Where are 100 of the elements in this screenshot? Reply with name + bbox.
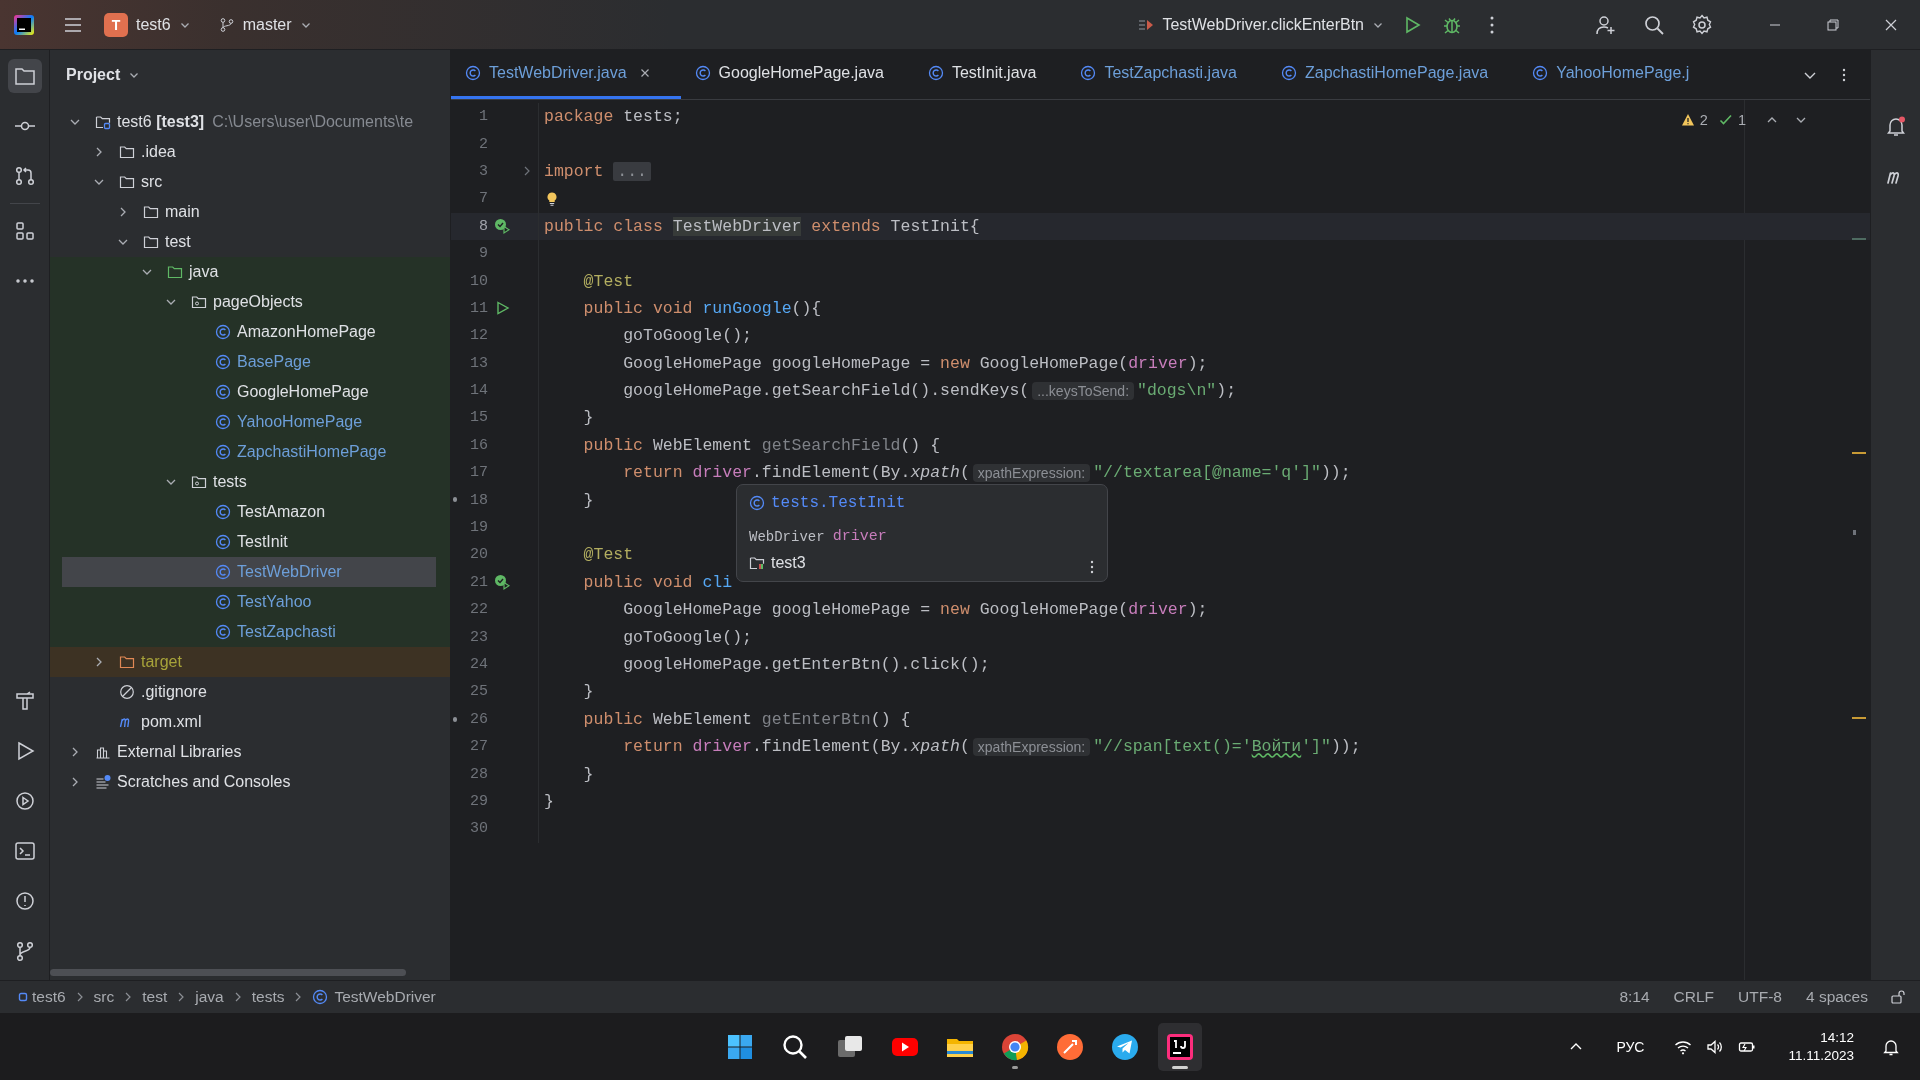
add-user-icon[interactable]	[1595, 13, 1617, 36]
code-text: "dogs\n");	[1137, 381, 1237, 401]
clock[interactable]: 14:12 11.11.2023	[1788, 1028, 1854, 1065]
class-icon	[215, 414, 231, 430]
close-tab-icon[interactable]	[638, 67, 651, 79]
tree-item[interactable]: .idea	[50, 137, 450, 167]
paper-plane-icon	[1110, 1031, 1140, 1062]
package-icon	[191, 474, 207, 490]
tree-item[interactable]: target	[50, 647, 450, 677]
tree-item[interactable]: pom.xml	[50, 707, 450, 737]
notifications-icon[interactable]	[1882, 1037, 1900, 1056]
tree-item[interactable]: Scratches and Consoles	[50, 767, 450, 797]
tree-item[interactable]: TestWebDriver	[50, 557, 450, 587]
editor-tab[interactable]: TestInit.java	[913, 50, 1067, 99]
code-text: import	[544, 161, 605, 181]
folder-icon	[167, 264, 183, 280]
tree-item[interactable]: TestAmazon	[50, 497, 450, 527]
tree-item[interactable]: TestInit	[50, 527, 450, 557]
code-text: public class TestWebDriver extends TestInit{	[544, 216, 980, 236]
tree-item[interactable]: main	[50, 197, 450, 227]
line-number: 13	[469, 354, 488, 372]
app-logo-icon[interactable]	[14, 14, 34, 35]
run-icon[interactable]	[494, 300, 510, 317]
change-marker	[453, 497, 457, 503]
scrollbar-thumb[interactable]	[50, 969, 406, 976]
line-number: 7	[478, 190, 488, 208]
project-path: C:\Users\user\Documents\te	[212, 113, 414, 131]
breadcrumb[interactable]: java	[195, 988, 224, 1006]
caret-position[interactable]: 8:14	[1619, 988, 1650, 1006]
tree-item[interactable]: src	[50, 167, 450, 197]
input-language[interactable]: РУС	[1616, 1038, 1645, 1055]
tree-item[interactable]: External Libraries	[50, 737, 450, 767]
editor-tab[interactable]: TestWebDriver.java	[451, 50, 681, 99]
project-view-selector[interactable]: Project	[66, 66, 141, 84]
breadcrumb[interactable]: src	[93, 988, 115, 1006]
editor-tab[interactable]: ZapchastiHomePage.java	[1266, 50, 1519, 99]
tree-item[interactable]: BasePage	[50, 347, 450, 377]
line-number: 30	[469, 820, 488, 838]
tree-item[interactable]: ZapchastiHomePage	[50, 437, 450, 467]
test-passed-icon[interactable]	[494, 218, 510, 235]
editor-tab[interactable]: TestZapchasti.java	[1066, 50, 1267, 99]
line-number: 17	[469, 464, 488, 482]
class-icon	[215, 504, 231, 520]
class-icon	[465, 65, 481, 81]
line-number: 3	[478, 162, 488, 180]
module-icon	[18, 992, 28, 1002]
branch-switcher[interactable]: master	[210, 7, 320, 42]
line-number: 14	[469, 382, 488, 400]
test-passed-icon[interactable]	[494, 574, 510, 591]
class-icon	[215, 624, 231, 640]
tree-item[interactable]: TestYahoo	[50, 587, 450, 617]
tree-item[interactable]: test	[50, 227, 450, 257]
tree-item[interactable]: .gitignore	[50, 677, 450, 707]
line-number: 26	[469, 710, 488, 728]
code-text: GoogleHomePage googleHomePage = new GoogleHomePage(driver);	[622, 353, 1208, 373]
tree-item[interactable]: AmazonHomePage	[50, 317, 450, 347]
more-icon[interactable]	[1089, 559, 1095, 576]
project-tool-button[interactable]	[7, 59, 42, 93]
line-number: 29	[469, 792, 488, 810]
pull-request-icon	[13, 165, 36, 187]
folder-icon	[13, 65, 36, 87]
breadcrumb[interactable]: test6	[18, 988, 66, 1006]
tree-item[interactable]: java	[50, 257, 450, 287]
ide-taskbar-button[interactable]	[1158, 1022, 1202, 1071]
module-folder-icon	[749, 555, 765, 572]
class-link[interactable]: tests.TestInit	[771, 493, 906, 512]
project-switcher[interactable]: T test6	[96, 7, 199, 42]
package-icon	[191, 294, 207, 310]
breadcrumb[interactable]: test	[142, 988, 168, 1006]
code-text: googleHomePage.getEnterBtn().click();	[622, 655, 990, 674]
search-icon[interactable]	[1643, 13, 1665, 36]
run-configuration[interactable]: TestWebDriver.clickEnterBtn	[1130, 7, 1392, 42]
volume-icon[interactable]	[1706, 1037, 1725, 1056]
line-number: 28	[469, 765, 488, 783]
editor-tab[interactable]: YahooHomePage.j	[1518, 50, 1720, 99]
tree-item[interactable]: tests	[50, 467, 450, 497]
indent-setting[interactable]: 4 spaces	[1805, 988, 1868, 1006]
code-text: @Test	[582, 545, 634, 565]
class-icon	[1080, 65, 1097, 81]
folder-icon	[119, 144, 135, 160]
code-text: @Test	[582, 271, 634, 291]
unlock-icon[interactable]	[1890, 989, 1906, 1005]
editor-tab[interactable]: GoogleHomePage.java	[680, 50, 914, 99]
tree-item[interactable]: TestZapchasti	[50, 617, 450, 647]
settings-icon[interactable]	[1691, 13, 1713, 36]
field-type: WebDriver	[749, 528, 825, 545]
notifications-icon[interactable]	[1884, 115, 1907, 137]
tree-item[interactable]: test6 [test3] C:\Users\user\Documents\te	[50, 107, 450, 137]
line-number: 18	[469, 491, 488, 509]
check-icon	[1718, 113, 1733, 127]
file-encoding[interactable]: UTF-8	[1738, 988, 1782, 1006]
tree-item[interactable]: GoogleHomePage	[50, 377, 450, 407]
inspection-widget[interactable]: 2 1	[1676, 110, 1812, 130]
tree-item[interactable]: pageObjects	[50, 287, 450, 317]
date: 11.11.2023	[1788, 1046, 1854, 1065]
line-separator[interactable]: CRLF	[1673, 988, 1715, 1006]
breadcrumb[interactable]: tests	[251, 988, 285, 1006]
tree-item[interactable]: YahooHomePage	[50, 407, 450, 437]
services-icon	[13, 790, 36, 812]
breadcrumb[interactable]: TestWebDriver	[312, 988, 436, 1006]
